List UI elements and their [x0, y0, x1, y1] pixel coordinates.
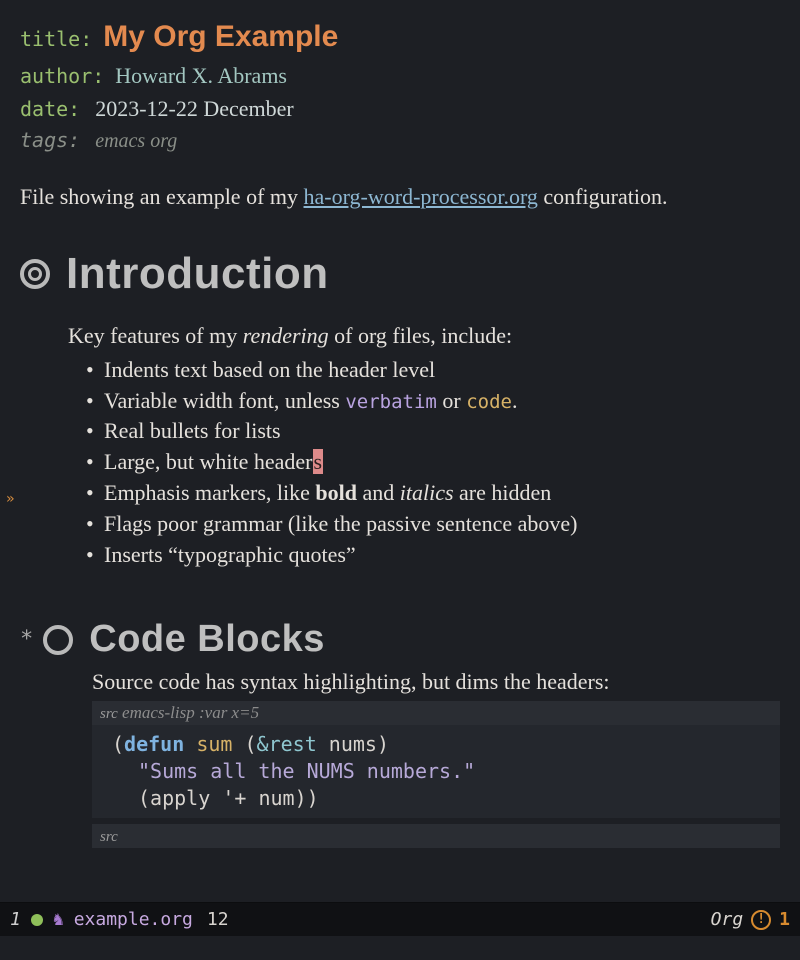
list-item: Indents text based on the header level [86, 355, 780, 386]
list-item: Emphasis markers, like bold and italics … [86, 478, 780, 509]
modeline-right: Org ! 1 [711, 909, 790, 930]
meta-key-tags: tags: [20, 128, 80, 152]
code-section-body: Source code has syntax highlighting, but… [92, 669, 780, 848]
window-number: 1 [10, 909, 21, 930]
meta-date-line: date: 2023-12-22 December [20, 92, 780, 125]
list-item: Variable width font, unless verbatim or … [86, 386, 780, 417]
line-number: 12 [207, 909, 229, 930]
meta-key-date: date: [20, 97, 80, 121]
intro-paragraph: File showing an example of my ha-org-wor… [20, 182, 780, 213]
list-item: Inserts “typographic quotes” [86, 540, 780, 571]
src-header-args: emacs-lisp :var x=5 [118, 703, 259, 722]
intro-pre: File showing an example of my [20, 184, 304, 209]
document-tags: emacs org [95, 130, 177, 152]
warning-icon[interactable]: ! [751, 910, 771, 930]
buffer-filename[interactable]: example.org [74, 909, 193, 930]
config-link[interactable]: ha-org-word-processor.org [304, 184, 538, 209]
document-date: 2023-12-22 December [95, 96, 294, 121]
src-block-body[interactable]: (defun sum (&rest nums) "Sums all the NU… [92, 725, 780, 818]
modeline[interactable]: 1 ♞ example.org 12 Org ! 1 [0, 902, 800, 936]
src-keyword: src [100, 706, 118, 722]
src-block-header: src emacs-lisp :var x=5 [92, 701, 780, 725]
document-title: My Org Example [103, 20, 338, 53]
verbatim-token: verbatim [345, 391, 437, 413]
document-author: Howard X. Abrams [115, 63, 287, 88]
heading-bullet-icon [20, 259, 50, 289]
fringe-indicator-icon: » [6, 491, 14, 507]
src-block-footer: src [92, 824, 780, 848]
code-token: code [466, 391, 512, 413]
list-item: Flags poor grammar (like the passive sen… [86, 509, 780, 540]
intro-body: Key features of my rendering of org file… [68, 323, 780, 571]
meta-author-line: author: Howard X. Abrams [20, 59, 780, 92]
list-item: Real bullets for lists [86, 416, 780, 447]
editor-buffer[interactable]: title: My Org Example author: Howard X. … [0, 0, 800, 858]
major-mode[interactable]: Org [711, 909, 744, 930]
heading-introduction-text: Introduction [66, 249, 329, 299]
heading-bullet-icon [43, 625, 73, 655]
text-cursor: s [313, 449, 324, 474]
heading-star: * [20, 627, 33, 652]
modeline-left: 1 ♞ example.org 12 [10, 909, 229, 930]
heading-introduction[interactable]: Introduction [20, 249, 780, 299]
minibuffer[interactable] [0, 936, 800, 960]
src-keyword: src [100, 829, 118, 845]
code-caption: Source code has syntax highlighting, but… [92, 669, 780, 695]
list-item: Large, but white headers [86, 447, 780, 478]
heading-code-blocks[interactable]: * Code Blocks [20, 618, 780, 661]
meta-key-title: title: [20, 27, 92, 51]
meta-title-line: title: My Org Example [20, 14, 780, 59]
meta-key-author: author: [20, 64, 104, 88]
heading-code-blocks-text: Code Blocks [89, 618, 325, 661]
features-lead: Key features of my rendering of org file… [68, 323, 780, 349]
intro-post: configuration. [538, 184, 668, 209]
docstring: "Sums all the NUMS numbers." [138, 759, 475, 783]
logo-icon: ♞ [53, 909, 64, 930]
buffer-status-icon [31, 914, 43, 926]
features-list: Indents text based on the header level V… [86, 355, 780, 571]
meta-tags-line: tags: emacs org [20, 125, 780, 156]
warning-count: 1 [779, 909, 790, 930]
